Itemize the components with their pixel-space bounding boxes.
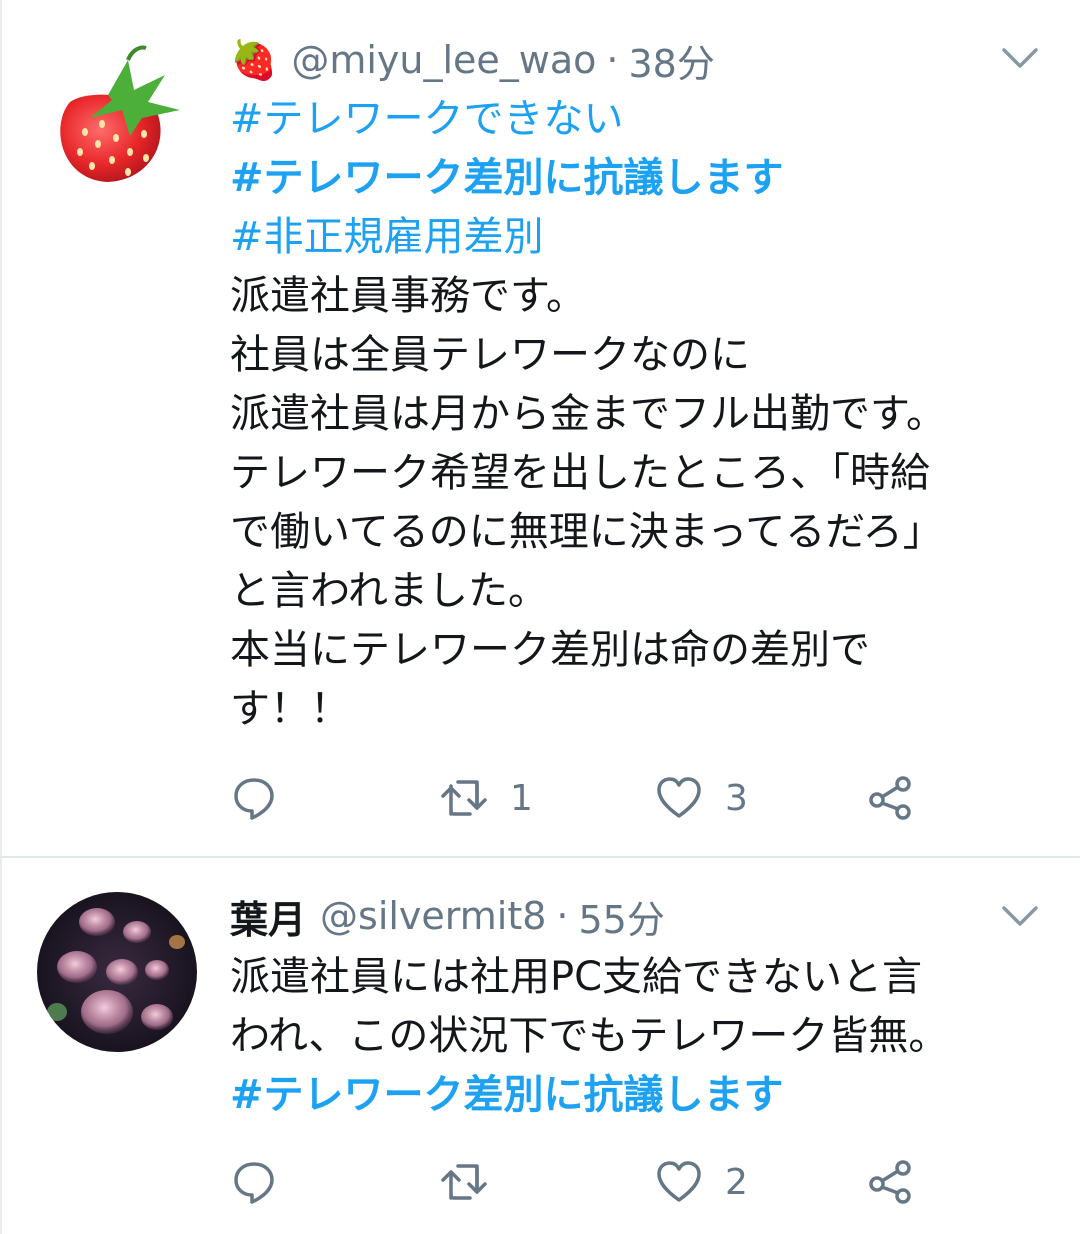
heart-icon [657, 777, 701, 818]
tweet-actions: 2 [230, 1154, 950, 1210]
hashtag-link[interactable]: #テレワークできない [230, 90, 1060, 149]
retweet-count: 1 [510, 777, 533, 819]
tweet-text: #テレワークできない #テレワーク差別に抗議します #非正規雇用差別 派遣社員事… [230, 90, 1060, 739]
separator-dot: · [606, 38, 619, 82]
hashtag-link[interactable]: #テレワーク差別に抗議します [230, 1066, 1060, 1125]
separator-dot: · [556, 894, 569, 938]
timestamp[interactable]: 38分 [629, 33, 715, 88]
tweet-text-line: われ、この状況下でもテレワーク皆無。 [230, 1013, 949, 1059]
reply-icon [234, 1162, 274, 1204]
chevron-down-icon[interactable] [1000, 902, 1040, 932]
chevron-down-icon[interactable] [1000, 44, 1040, 74]
reply-button[interactable] [230, 1154, 300, 1210]
timestamp[interactable]: 55分 [579, 889, 665, 944]
like-button[interactable]: 2 [655, 1154, 748, 1210]
share-icon [869, 776, 911, 820]
share-icon [869, 1160, 911, 1204]
tweet-text-line: 派遣社員には社用PC支給できないと言 [230, 954, 923, 1000]
avatar-strawberry-icon[interactable] [30, 40, 200, 210]
share-button[interactable] [866, 770, 936, 826]
tweet-text-line: テレワーク希望を出したところ、「時給 [230, 450, 930, 496]
reply-icon [234, 778, 274, 820]
avatar-jellyfish-icon[interactable] [37, 892, 197, 1052]
retweet-icon [441, 1164, 487, 1200]
tweet-1[interactable]: 🍓 @miyu_lee_wao · 38分 #テレワークできない #テレワーク差… [0, 0, 1080, 856]
user-handle[interactable]: @miyu_lee_wao [291, 38, 596, 82]
tweet-actions: 1 3 [230, 770, 950, 826]
hashtag-link[interactable]: #テレワーク差別に抗議します [230, 149, 1060, 208]
tweet-text-line: 本当にテレワーク差別は命の差別で [230, 627, 870, 673]
tweet-text-line: 派遣社員は月から金までフル出勤です。 [230, 391, 946, 437]
retweet-icon [441, 780, 487, 816]
tweet-text-line: で働いてるのに無理に決まってるだろ」 [230, 509, 943, 555]
tweet-header: 葉月 @silvermit8 · 55分 [230, 886, 665, 946]
tweet-header: 🍓 @miyu_lee_wao · 38分 [230, 30, 715, 90]
like-count: 2 [725, 1161, 748, 1203]
tweet-text-line: 派遣社員事務です。 [230, 273, 586, 319]
display-name[interactable]: 葉月 [230, 889, 306, 944]
share-button[interactable] [866, 1154, 936, 1210]
tweet-text-line: す！！ [230, 686, 350, 732]
user-handle[interactable]: @silvermit8 [320, 894, 546, 938]
like-count: 3 [725, 777, 748, 819]
tweet-text-line: と言われました。 [230, 568, 548, 614]
tweet-text-line: 社員は全員テレワークなのに [230, 332, 750, 378]
reply-button[interactable] [230, 770, 300, 826]
tweet-2[interactable]: 葉月 @silvermit8 · 55分 派遣社員には社用PC支給できないと言 … [0, 858, 1080, 1234]
display-name-strawberry-icon[interactable]: 🍓 [230, 38, 277, 83]
like-button[interactable]: 3 [655, 770, 748, 826]
retweet-button[interactable]: 1 [440, 770, 533, 826]
heart-icon [657, 1161, 701, 1202]
hashtag-link[interactable]: #非正規雇用差別 [230, 208, 1060, 267]
tweet-text: 派遣社員には社用PC支給できないと言 われ、この状況下でもテレワーク皆無。 #テ… [230, 948, 1060, 1125]
retweet-button[interactable] [440, 1154, 510, 1210]
